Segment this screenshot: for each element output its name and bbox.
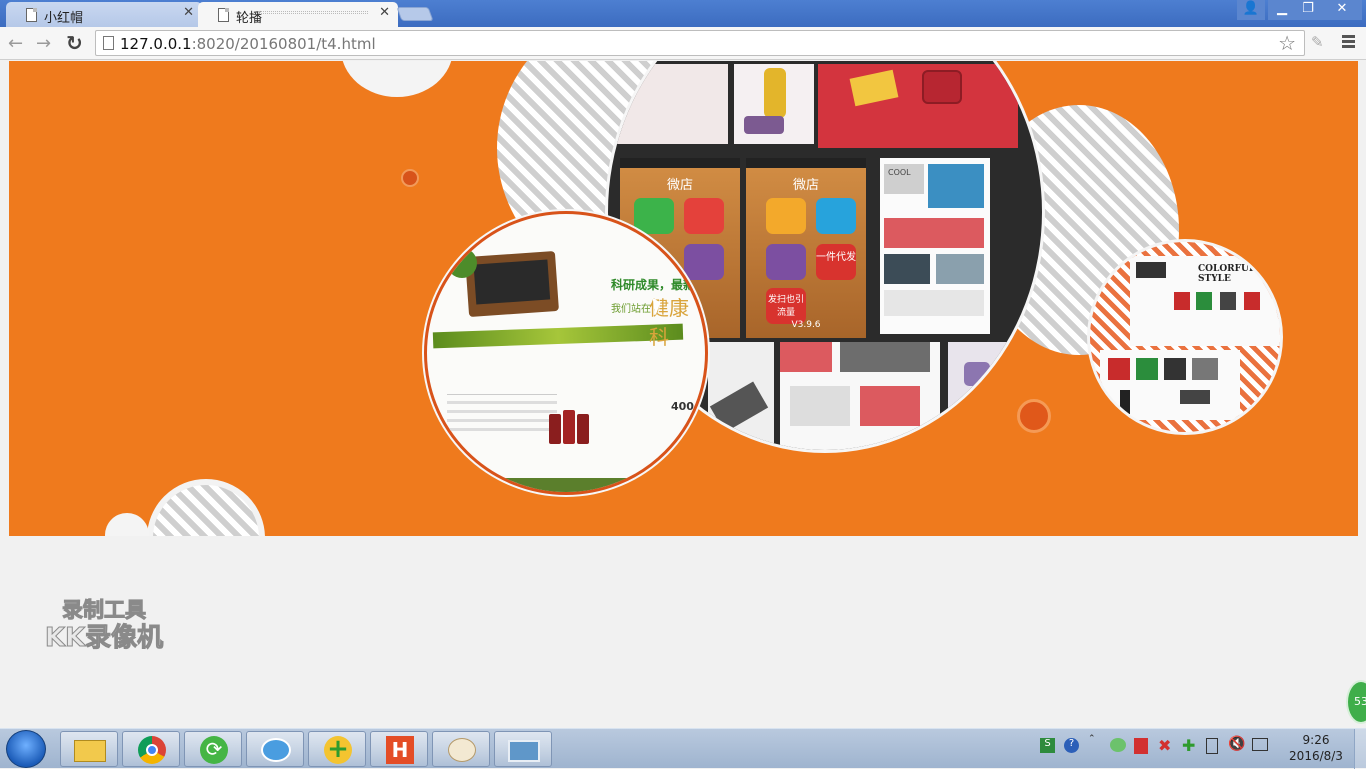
taskbar-explorer[interactable] <box>60 731 118 767</box>
app-label: 微店 <box>792 178 819 193</box>
tray-x-icon[interactable]: ✖ <box>1158 736 1171 755</box>
brand-label: COLORFUL STYLE <box>1198 264 1256 284</box>
close-icon[interactable]: ✕ <box>183 5 194 20</box>
wechat-icon[interactable] <box>1110 738 1126 752</box>
tab-xiaohongmao[interactable]: 小红帽 ✕ <box>6 2 202 27</box>
tray-plus-icon[interactable]: ✚ <box>1182 736 1195 755</box>
slogan-line1: 科研成果，最新 <box>611 278 696 292</box>
page-icon <box>103 36 114 50</box>
decor-dot <box>1017 399 1051 433</box>
screenshot-bag-purple <box>948 342 1018 422</box>
price-text: 400- <box>671 400 699 413</box>
page-icon <box>26 8 37 22</box>
plus-icon: + <box>324 736 352 764</box>
tile-label: 发扫也引流量 <box>766 288 806 324</box>
screenshot-red-bags <box>818 64 1018 148</box>
show-desktop-button[interactable] <box>1354 729 1366 769</box>
slogan-line2: 我们站在 <box>611 304 651 315</box>
address-bar[interactable]: 127.0.0.1:8020/20160801/t4.html ☆ <box>95 30 1305 56</box>
taskbar-cloud[interactable] <box>246 731 304 767</box>
product-box <box>465 250 559 318</box>
tab-strip: 小红帽 ✕ 轮播 ✕ 👤 ▁ ❐ ✕ <box>0 0 1366 27</box>
taskbar-paint[interactable] <box>432 731 490 767</box>
help-icon[interactable]: ? <box>1064 738 1079 753</box>
screenshot-shoes <box>708 342 774 450</box>
carousel-banner[interactable]: 微店 微店 一件代发 发扫也引流量 V3.9.6 COOL 科研成果，最新 我们… <box>9 61 1358 536</box>
decor-dot <box>401 169 419 187</box>
reload-icon[interactable]: ↻ <box>66 31 83 55</box>
window-close-button[interactable]: ✕ <box>1322 0 1362 20</box>
showcase-circle-right: COLORFUL STYLE <box>1087 239 1283 435</box>
decor-striped-circle <box>147 479 265 536</box>
html5-icon: H <box>386 736 414 764</box>
forward-icon[interactable]: → <box>36 33 51 54</box>
taskbar-chrome[interactable] <box>122 731 180 767</box>
clock-time: 9:26 <box>1302 733 1330 747</box>
decor-circle <box>105 513 149 536</box>
restore-button[interactable]: ❐ <box>1294 0 1322 20</box>
speaker-muted-icon[interactable]: 🔇 <box>1228 736 1245 752</box>
url-text: 127.0.0.1:8020/20160801/t4.html <box>120 35 376 53</box>
bookmark-star-icon[interactable]: ☆ <box>1278 31 1296 55</box>
recorder-watermark: 录制工具 KK录像机 <box>34 597 174 654</box>
clock-date: 2016/8/3 <box>1289 749 1343 763</box>
tray-red-icon[interactable] <box>1134 738 1148 754</box>
screenshot-products <box>1100 350 1240 420</box>
user-icon[interactable]: 👤 <box>1237 0 1265 20</box>
browser-toolbar: ← → ↻ 127.0.0.1:8020/20160801/t4.html ☆ … <box>0 27 1366 60</box>
cloud-icon <box>261 738 291 762</box>
showcase-circle-left: 科研成果，最新 我们站在 健康科 400- <box>424 211 708 495</box>
palette-icon <box>448 738 476 762</box>
menu-icon[interactable] <box>1342 35 1355 50</box>
taskbar-picture-viewer[interactable] <box>494 731 552 767</box>
minimize-button[interactable]: ▁ <box>1268 0 1296 20</box>
decor-circle <box>341 61 453 97</box>
new-tab-button[interactable] <box>396 7 434 21</box>
extension-icon[interactable]: ✎ <box>1311 33 1327 51</box>
loading-indicator <box>258 11 368 14</box>
watermark-line1: 录制工具 <box>62 598 147 623</box>
screenshot-webpage: COOL <box>880 158 990 334</box>
usb-icon[interactable] <box>1206 738 1218 754</box>
ribbon <box>432 323 684 349</box>
network-icon[interactable] <box>1252 738 1268 751</box>
screenshot-colorful-style: COLORFUL STYLE <box>1130 256 1280 346</box>
product-text-block <box>447 394 557 454</box>
back-icon[interactable]: ← <box>8 33 23 54</box>
screenshot-fashion <box>734 64 814 144</box>
screenshot-shop <box>780 342 940 450</box>
page-icon <box>218 8 229 22</box>
taskbar-clock[interactable]: 9:26 2016/8/3 <box>1288 732 1344 764</box>
start-button[interactable] <box>6 730 46 768</box>
taskbar-360[interactable]: + <box>308 731 366 767</box>
floating-badge[interactable]: 53 <box>1346 680 1366 724</box>
app-label: 微店 <box>666 178 693 193</box>
refresh-icon: ⟳ <box>200 736 228 764</box>
product-bottles <box>549 410 595 446</box>
watermark-line2: KK录像机 <box>44 623 164 654</box>
taskbar-ie-update[interactable]: ⟳ <box>184 731 242 767</box>
app-version: V3.9.6 <box>791 320 821 330</box>
folder-icon <box>74 740 106 762</box>
tab-title: 小红帽 <box>44 11 84 26</box>
close-icon[interactable]: ✕ <box>379 5 390 20</box>
cool-label: COOL <box>884 164 924 194</box>
tab-lunbo[interactable]: 轮播 ✕ <box>198 2 398 27</box>
windows-taskbar: ⟳ + H S ? ⌃ ✖ ✚ 🔇 9:26 2016/8/3 <box>0 728 1366 769</box>
screenshot-bags <box>608 64 728 144</box>
chevron-up-icon[interactable]: ⌃ <box>1088 734 1096 744</box>
screenshot-weidian-app-2: 微店 一件代发 发扫也引流量 V3.9.6 <box>746 158 866 338</box>
tile-label: 一件代发 <box>816 244 856 280</box>
taskbar-hbuilder[interactable]: H <box>370 731 428 767</box>
chrome-icon <box>138 736 166 764</box>
tray-s-icon[interactable]: S <box>1040 738 1055 753</box>
picture-icon <box>508 740 540 762</box>
